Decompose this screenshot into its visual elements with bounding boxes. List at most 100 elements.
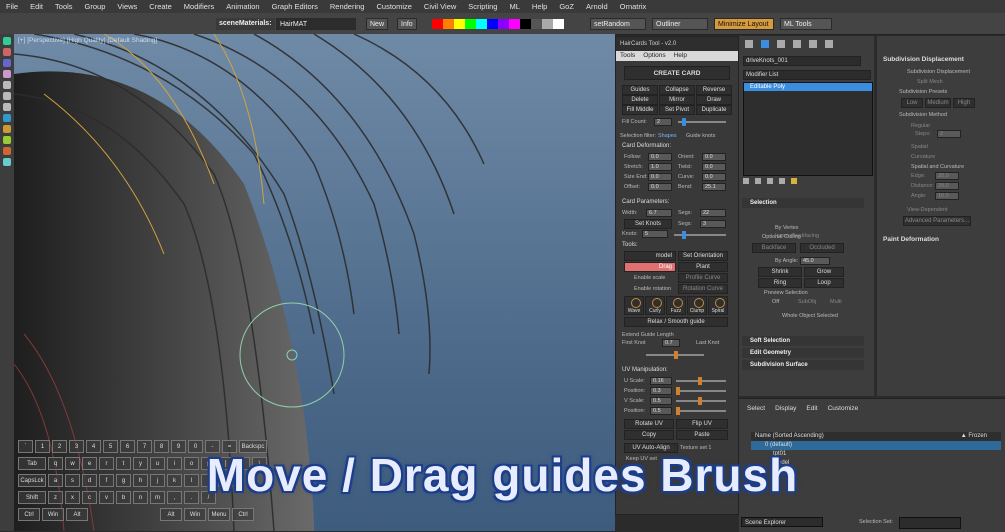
color-swatch[interactable] [498, 19, 509, 29]
move-icon[interactable] [3, 81, 11, 89]
relax-smooth-button[interactable]: Relax / Smooth guide [624, 317, 728, 327]
menu-arnold[interactable]: Arnold [580, 2, 614, 11]
preview-subobj-radio[interactable]: SubObj [798, 299, 816, 305]
draw-button[interactable]: Draw [696, 95, 732, 105]
loop-button[interactable]: Loop [804, 278, 844, 288]
select-icon[interactable] [3, 37, 11, 45]
preset-high-button[interactable]: High [953, 98, 975, 108]
modify-tab-icon[interactable] [761, 40, 769, 48]
regular-radio[interactable]: Regular [911, 123, 930, 129]
edge-field[interactable]: 20.0 [935, 172, 959, 180]
paint-deformation-rollout[interactable]: Paint Deformation [883, 236, 939, 243]
material-field[interactable]: HairMAT [276, 18, 356, 30]
segs-field[interactable]: 22 [700, 209, 726, 217]
scene-menu-display[interactable]: Display [775, 405, 796, 412]
knots-field[interactable]: 5 [642, 230, 668, 238]
bind-icon[interactable] [3, 70, 11, 78]
advanced-parameters-button[interactable]: Advanced Parameters... [903, 216, 971, 226]
menu-civil-view[interactable]: Civil View [418, 2, 462, 11]
color-swatch[interactable] [476, 19, 487, 29]
stack-item-editable-poly[interactable]: Editable Poly [744, 83, 872, 91]
scale-icon[interactable] [3, 103, 11, 111]
scene-explorer-dropdown[interactable]: Scene Explorer [741, 517, 823, 527]
subdivision-surface-rollout[interactable]: Subdivision Surface [742, 360, 864, 370]
menu-file[interactable]: File [0, 2, 24, 11]
pin-stack-icon[interactable] [743, 178, 749, 184]
selection-rollout[interactable]: Selection [742, 198, 864, 208]
deform-curve-field[interactable]: 0.0 [702, 173, 726, 181]
grow-button[interactable]: Grow [804, 267, 844, 277]
spatial-curvature-radio[interactable]: Spatial and Curvature [911, 164, 964, 170]
preview-off-radio[interactable]: Off [772, 299, 779, 305]
knots-slider[interactable] [674, 231, 726, 239]
collapse-button[interactable]: Collapse [659, 85, 695, 95]
color-swatch[interactable] [465, 19, 476, 29]
rotate-icon[interactable] [3, 92, 11, 100]
menu-tools[interactable]: Tools [49, 2, 79, 11]
deform-orient-field[interactable]: 0.0 [702, 153, 726, 161]
filter-guide-knots[interactable]: Guide knots [686, 133, 715, 139]
color-swatch[interactable] [553, 19, 564, 29]
scene-menu-edit[interactable]: Edit [806, 405, 817, 412]
edit-geometry-rollout[interactable]: Edit Geometry [742, 348, 864, 358]
curvature-radio[interactable]: Curvature [911, 154, 935, 160]
menu-goz[interactable]: GoZ [553, 2, 580, 11]
preview-multi-radio[interactable]: Multi [830, 299, 842, 305]
object-name-field[interactable]: driveKnots_001 [743, 56, 861, 66]
display-tab-icon[interactable] [809, 40, 817, 48]
by-vertex-checkbox[interactable]: By Vertex [775, 225, 799, 231]
distance-field[interactable]: 20.0 [935, 182, 959, 190]
fuzz-brush-button[interactable]: Fuzz [666, 296, 686, 315]
color-swatch[interactable] [542, 19, 553, 29]
uv-3-slider[interactable] [676, 407, 726, 415]
menu-edit[interactable]: Edit [24, 2, 49, 11]
menu-animation[interactable]: Animation [220, 2, 265, 11]
color-swatch[interactable] [487, 19, 498, 29]
menu-ornatrix[interactable]: Ornatrix [614, 2, 653, 11]
hc-menu-help[interactable]: Help [674, 51, 687, 61]
deform-stretch-field[interactable]: 1.0 [648, 163, 672, 171]
view-dependent-checkbox[interactable]: View-Dependent [907, 207, 948, 213]
mirror-button[interactable]: Mirror [659, 95, 695, 105]
key[interactable]: Ctrl [232, 508, 254, 521]
deform-bend-field[interactable]: 25.1 [702, 183, 726, 191]
extend-slider[interactable] [646, 351, 704, 359]
angle-field[interactable]: 10.0 [935, 192, 959, 200]
frozen-column-header[interactable]: ▲ Frozen [961, 432, 987, 441]
new-button[interactable]: New [366, 18, 389, 30]
set-random-button[interactable]: setRandom [590, 18, 646, 30]
rotation-curve-button[interactable]: Rotation Curve [678, 284, 728, 294]
drag-button[interactable]: Drag [624, 262, 676, 272]
outliner-button[interactable]: Outliner [652, 18, 708, 30]
menu-create[interactable]: Create [143, 2, 178, 11]
menu-rendering[interactable]: Rendering [324, 2, 371, 11]
spiral-brush-button[interactable]: Spiral [708, 296, 728, 315]
fill-count-field[interactable]: 2 [654, 118, 672, 126]
show-end-result-icon[interactable] [755, 178, 761, 184]
color-swatch[interactable] [432, 19, 443, 29]
subdiv-disp-checkbox[interactable]: Subdivision Displacement [907, 69, 970, 75]
scene-menu-select[interactable]: Select [747, 405, 765, 412]
wave-brush-button[interactable]: Wave [624, 296, 644, 315]
align-icon[interactable] [3, 136, 11, 144]
hierarchy-tab-icon[interactable] [777, 40, 785, 48]
paste-uv-button[interactable]: Paste [676, 430, 728, 440]
make-unique-icon[interactable] [767, 178, 773, 184]
minimize-layout-button[interactable]: Minimize Layout [714, 18, 774, 30]
menu-customize[interactable]: Customize [370, 2, 417, 11]
create-tab-icon[interactable] [745, 40, 753, 48]
key[interactable]: Alt [66, 508, 88, 521]
name-column-header[interactable]: Name (Sorted Ascending) [751, 433, 824, 439]
mirror-icon[interactable] [3, 125, 11, 133]
deform-sizeend-field[interactable]: 0.0 [648, 173, 672, 181]
reverse-button[interactable]: Reverse [696, 85, 732, 95]
by-angle-checkbox[interactable]: By Angle: [775, 258, 798, 264]
deform-twist-field[interactable]: 0.0 [702, 163, 726, 171]
link-icon[interactable] [3, 48, 11, 56]
preset-low-button[interactable]: Low [901, 98, 923, 108]
by-angle-field[interactable]: 45.0 [800, 257, 830, 265]
modifier-list-dropdown[interactable]: Modifier List [743, 70, 871, 80]
steps-field[interactable]: 2 [937, 130, 961, 138]
uv-0-field[interactable]: 0.16 [650, 377, 672, 385]
key[interactable]: Menu [208, 508, 230, 521]
